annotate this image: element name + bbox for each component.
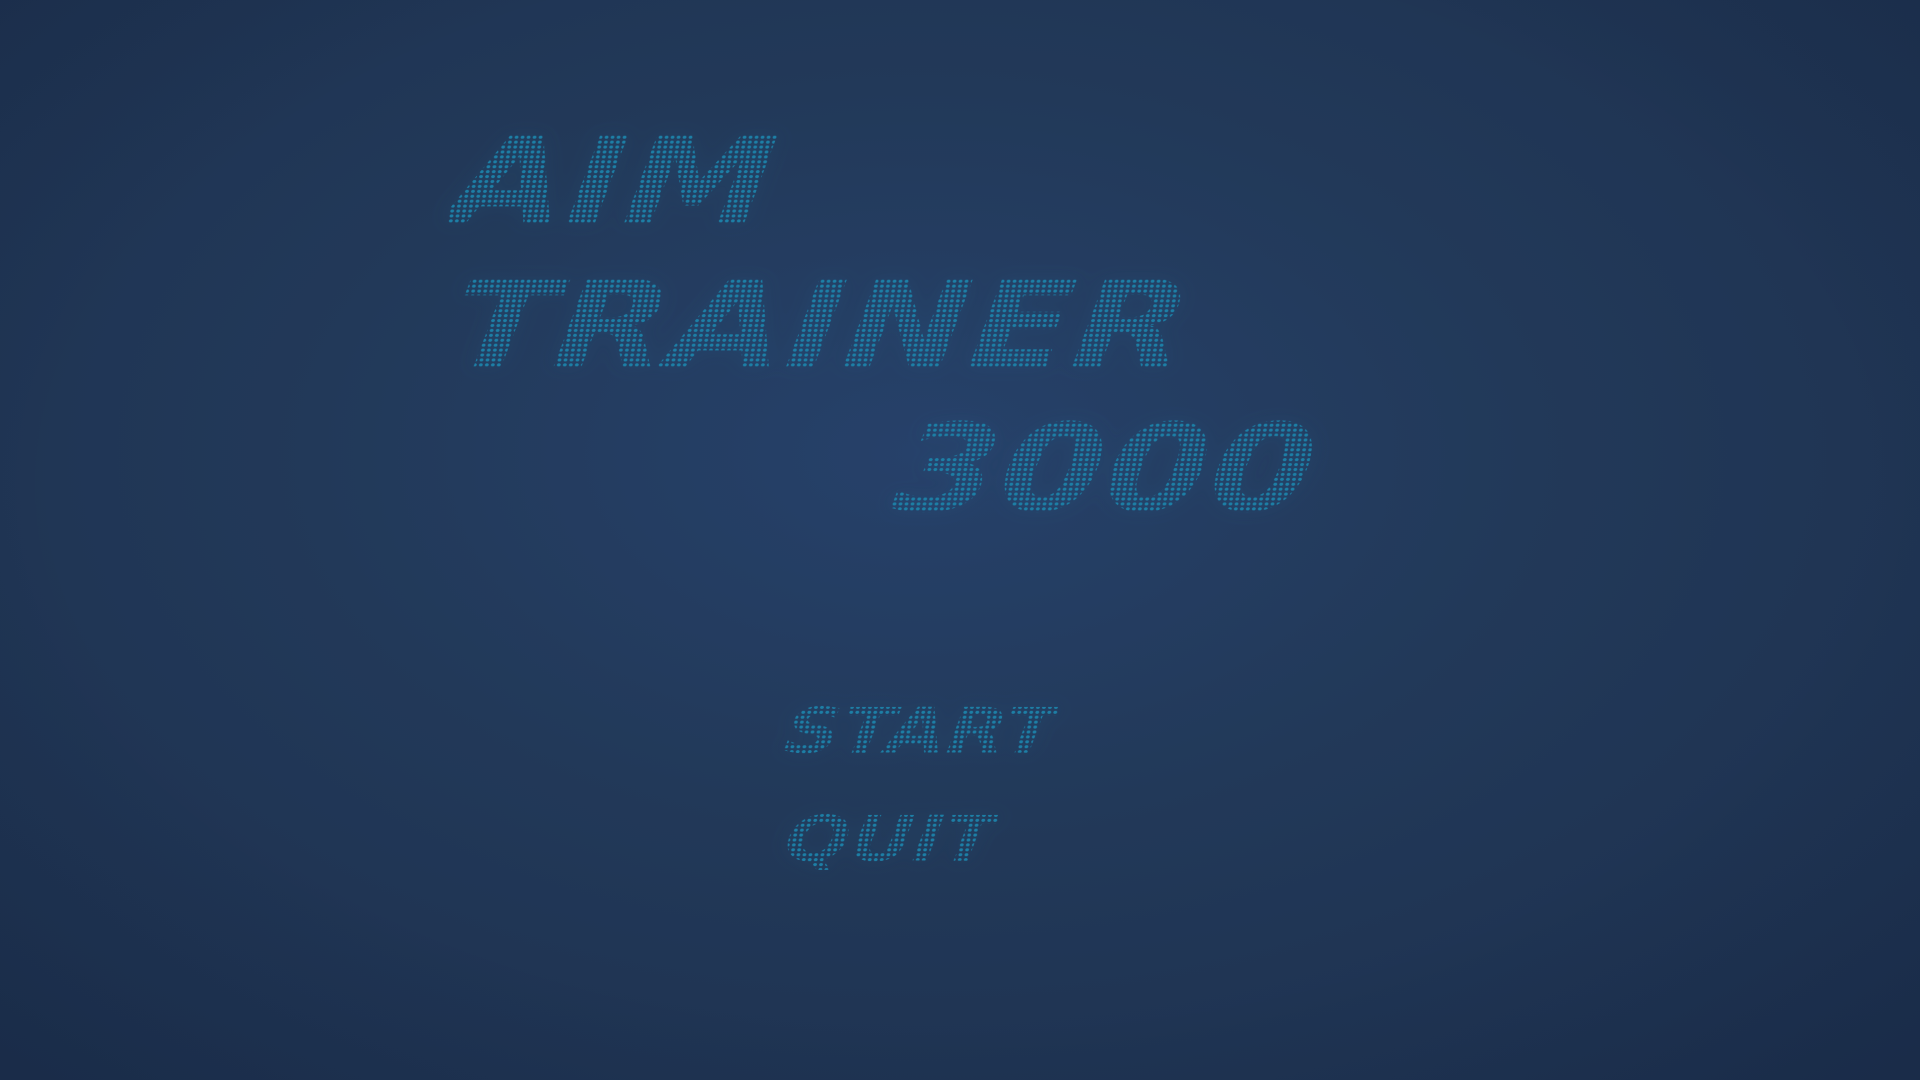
quit-button[interactable]: QUIT	[781, 802, 1002, 875]
title-line-aim: AIM	[443, 110, 787, 252]
start-button[interactable]: START	[781, 694, 1063, 767]
background-vignette	[0, 0, 1920, 1080]
title-line-3000: 3000	[886, 398, 1327, 540]
title-line-trainer: TRAINER	[443, 254, 1201, 396]
